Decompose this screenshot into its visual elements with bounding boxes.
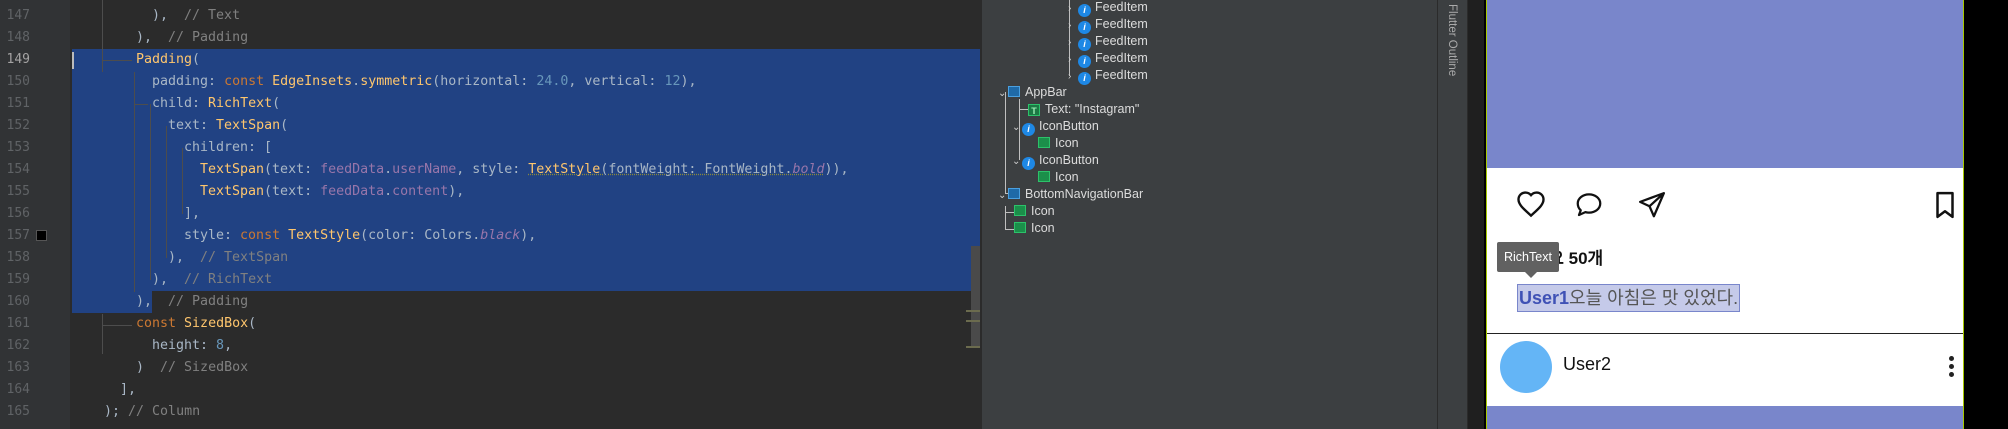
line-number: 163 <box>6 360 30 375</box>
code-line[interactable]: text: TextSpan( <box>72 115 288 137</box>
chevron-right-icon[interactable]: › <box>1068 51 1078 68</box>
line-number: 153 <box>6 140 30 155</box>
feed-image <box>1487 0 1963 168</box>
comment-icon[interactable] <box>1573 190 1605 220</box>
device-preview: 좋아요 50개 RichText User1오늘 아침은 맛 있었다. User… <box>1484 0 2008 429</box>
outline-node-icon[interactable]: Icon <box>1038 135 1079 152</box>
outline-node-feeditem[interactable]: › i FeedItem <box>1068 0 1148 17</box>
outline-node-feeditem[interactable]: › i FeedItem <box>1068 33 1148 51</box>
color-swatch-icon[interactable] <box>36 230 47 241</box>
emulator-frame <box>1468 0 1484 429</box>
line-number: 151 <box>6 96 30 111</box>
line-number: 152 <box>6 118 30 133</box>
chevron-right-icon[interactable]: › <box>1068 34 1078 51</box>
heart-icon[interactable] <box>1516 190 1546 220</box>
code-line[interactable]: ), // Padding <box>72 291 248 313</box>
line-gutter[interactable]: 147 148 149 150 151 152 153 154 155 156 … <box>0 0 70 429</box>
text-widget-icon: T <box>1028 104 1040 116</box>
code-line[interactable]: ) // SizedBox <box>72 357 248 379</box>
chevron-right-icon[interactable]: › <box>1068 17 1078 34</box>
code-line[interactable]: height: 8, <box>72 335 232 357</box>
outline-node-icon[interactable]: Icon <box>1014 203 1055 220</box>
code-editor[interactable]: 147 148 149 150 151 152 153 154 155 156 … <box>0 0 980 429</box>
widget-icon: i <box>1078 72 1091 85</box>
line-number: 149 <box>6 52 30 67</box>
outline-node-appbar[interactable]: ⌄ AppBar <box>998 84 1067 101</box>
line-number: 159 <box>6 272 30 287</box>
feed-image <box>1487 406 1963 429</box>
image-widget-icon <box>1014 205 1026 216</box>
line-number: 164 <box>6 382 30 397</box>
line-number: 160 <box>6 294 30 309</box>
line-number: 158 <box>6 250 30 265</box>
caption-content: 오늘 아침은 맛 있었다. <box>1569 288 1739 308</box>
line-number: 165 <box>6 404 30 419</box>
rich-text-caption[interactable]: User1오늘 아침은 맛 있었다. <box>1517 284 1741 312</box>
line-number: 150 <box>6 74 30 89</box>
code-line[interactable]: ], <box>72 379 136 401</box>
chevron-down-icon[interactable]: ⌄ <box>998 85 1008 102</box>
outline-node-icon[interactable]: Icon <box>1038 169 1079 186</box>
code-line[interactable]: style: const TextStyle(color: Colors.bla… <box>72 225 536 247</box>
code-line[interactable]: TextSpan(text: feedData.content), <box>72 181 464 203</box>
container-icon <box>1008 188 1020 199</box>
emulator-frame <box>1966 0 2008 429</box>
container-icon <box>1008 86 1020 97</box>
flutter-outline-tab[interactable]: Flutter Outline <box>1438 0 1468 76</box>
outline-node-bottomnav[interactable]: ⌄ BottomNavigationBar <box>998 186 1143 203</box>
outline-node-iconbutton[interactable]: ⌄ i IconButton <box>1012 118 1099 136</box>
more-vert-icon[interactable] <box>1949 356 1955 378</box>
line-number: 154 <box>6 162 30 177</box>
widget-icon: i <box>1022 123 1035 136</box>
chevron-down-icon[interactable]: ⌄ <box>1012 153 1022 170</box>
outline-node-feeditem[interactable]: › i FeedItem <box>1068 67 1148 85</box>
line-number: 156 <box>6 206 30 221</box>
outline-node-icon[interactable]: Icon <box>1014 220 1055 237</box>
code-line[interactable]: padding: const EdgeInsets.symmetric(hori… <box>72 71 696 93</box>
widget-tooltip: RichText <box>1497 242 1559 278</box>
line-number: 147 <box>6 8 30 23</box>
line-number: 155 <box>6 184 30 199</box>
code-line[interactable]: const SizedBox( <box>72 313 256 335</box>
code-line[interactable]: children: [ <box>72 137 272 159</box>
line-number: 148 <box>6 30 30 45</box>
selection-highlight <box>72 49 980 71</box>
line-number: 157 <box>6 228 30 243</box>
feed-username[interactable]: User2 <box>1563 354 1611 375</box>
code-line[interactable]: ), // RichText <box>72 269 272 291</box>
outline-node-feeditem[interactable]: › i FeedItem <box>1068 50 1148 68</box>
editor-scrollbar[interactable] <box>971 246 980 346</box>
code-line[interactable]: ); // Column <box>72 401 200 423</box>
outline-node-text[interactable]: T Text: "Instagram" <box>1028 101 1139 118</box>
chevron-down-icon[interactable]: ⌄ <box>1012 119 1022 136</box>
code-line[interactable]: TextSpan(text: feedData.userName, style:… <box>72 159 849 181</box>
image-widget-icon <box>1038 137 1050 148</box>
device-screen[interactable]: 좋아요 50개 RichText User1오늘 아침은 맛 있었다. User… <box>1486 0 1964 429</box>
send-icon[interactable] <box>1637 190 1667 220</box>
code-line[interactable]: ), // TextSpan <box>72 247 288 269</box>
line-number: 162 <box>6 338 30 353</box>
outline-node-feeditem[interactable]: › i FeedItem <box>1068 16 1148 34</box>
code-line[interactable]: ), // Padding <box>72 27 248 49</box>
line-number: 161 <box>6 316 30 331</box>
code-line[interactable]: ), // Text <box>72 5 240 27</box>
chevron-right-icon[interactable]: › <box>1068 68 1078 85</box>
code-line[interactable]: Padding( <box>72 49 200 71</box>
avatar[interactable] <box>1500 341 1552 393</box>
widget-icon: i <box>1022 157 1035 170</box>
chevron-down-icon[interactable]: ⌄ <box>998 187 1008 204</box>
caption-username: User1 <box>1519 288 1570 308</box>
bookmark-icon[interactable] <box>1932 190 1958 220</box>
image-widget-icon <box>1038 171 1050 182</box>
chevron-right-icon[interactable]: › <box>1068 0 1078 17</box>
flutter-outline-panel[interactable]: › i FeedItem › i FeedItem › i FeedItem › i FeedI… <box>982 0 1437 429</box>
code-line[interactable]: ], <box>72 203 200 225</box>
code-line[interactable]: child: RichText( <box>72 93 280 115</box>
outline-node-iconbutton[interactable]: ⌄ i IconButton <box>1012 152 1099 170</box>
image-widget-icon <box>1014 222 1026 233</box>
feed-divider <box>1487 333 1963 334</box>
